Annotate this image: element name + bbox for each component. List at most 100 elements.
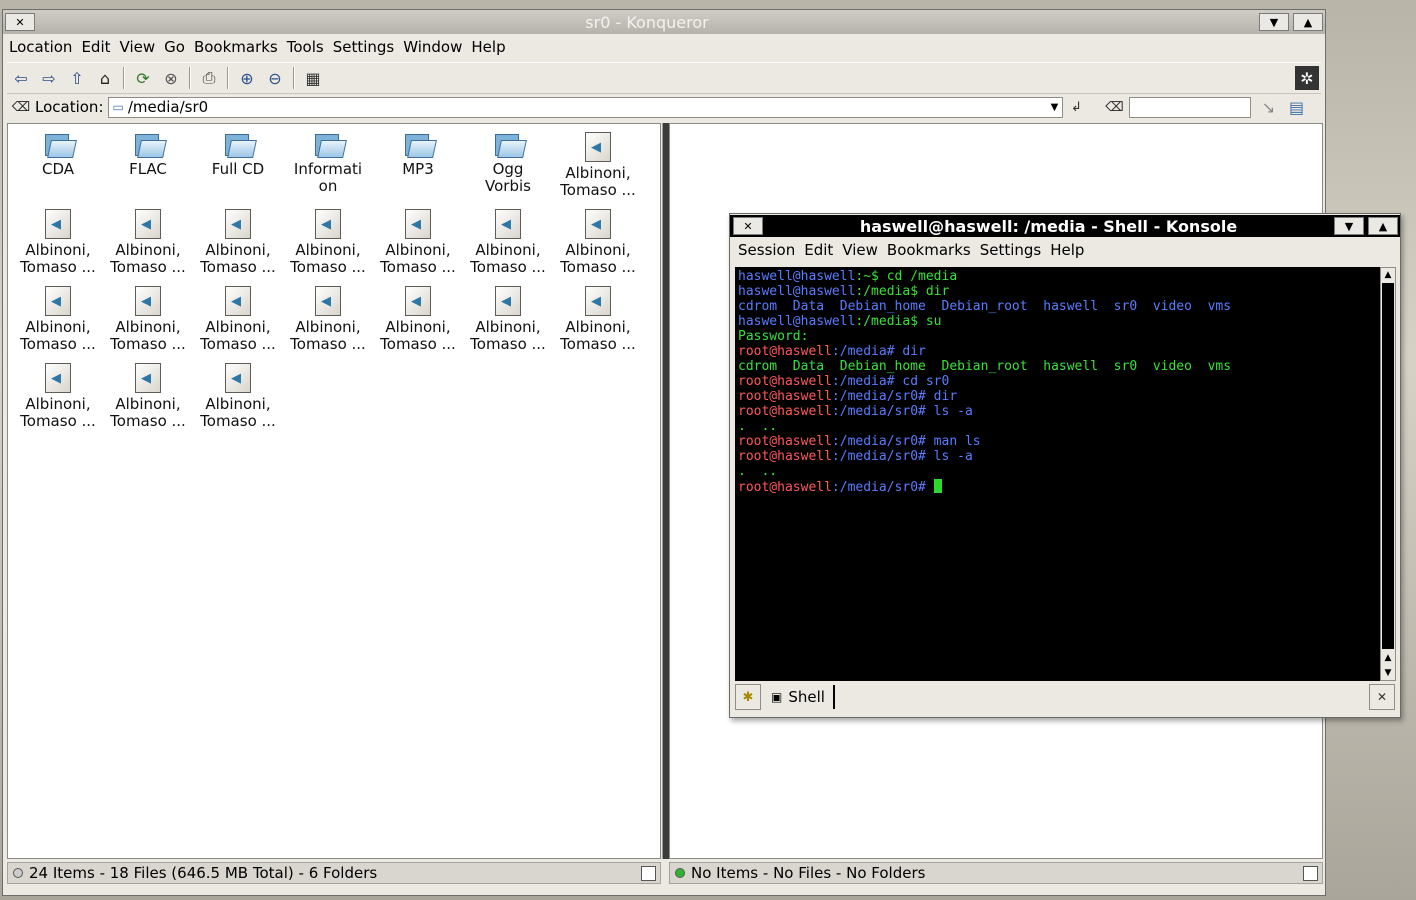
audio-file-item[interactable]: Albinoni, Tomaso ... bbox=[374, 286, 462, 353]
folder-item[interactable]: Ogg Vorbis bbox=[464, 132, 552, 195]
toolbar: ⇦ ⇨ ⇧ ⌂ ⟳ ⊗ ⎙ ⊕ ⊖ ▦ ✲ bbox=[7, 62, 1321, 94]
scroll-thumb[interactable] bbox=[1382, 283, 1394, 649]
audio-file-item[interactable]: Albinoni, Tomaso ... bbox=[104, 209, 192, 276]
konsole-menu-bookmarks[interactable]: Bookmarks bbox=[887, 241, 971, 259]
audio-file-item[interactable]: Albinoni, Tomaso ... bbox=[554, 286, 642, 353]
minimize-icon[interactable]: ▼ bbox=[1259, 13, 1289, 31]
view-mode-icon[interactable]: ▦ bbox=[301, 66, 325, 90]
audio-file-icon bbox=[225, 286, 251, 316]
audio-file-item[interactable]: Albinoni, Tomaso ... bbox=[194, 363, 282, 430]
audio-file-item[interactable]: Albinoni, Tomaso ... bbox=[14, 363, 102, 430]
folder-item[interactable]: CDA bbox=[14, 132, 102, 178]
link-view-checkbox[interactable] bbox=[641, 865, 656, 881]
item-label: Albinoni, Tomaso ... bbox=[200, 241, 276, 276]
clear-location-icon[interactable]: ⌫ bbox=[9, 95, 33, 119]
menu-bookmarks[interactable]: Bookmarks bbox=[194, 38, 278, 56]
view-splitter[interactable] bbox=[662, 123, 669, 859]
konsole-titlebar[interactable]: ✕ haswell@haswell: /media - Shell - Kons… bbox=[730, 215, 1400, 237]
terminal-cursor bbox=[933, 479, 942, 493]
terminal-output[interactable]: haswell@haswell:~$ cd /media haswell@hasw… bbox=[735, 267, 1380, 681]
zoom-out-icon[interactable]: ⊖ bbox=[263, 66, 287, 90]
folder-icon bbox=[403, 132, 437, 158]
maximize-icon[interactable]: ▲ bbox=[1368, 217, 1398, 235]
location-bar: ⌫ Location: ▭ /media/sr0 ▼ ↲ ⌫ ↘ ▤ bbox=[7, 93, 1321, 121]
item-label: Albinoni, Tomaso ... bbox=[560, 164, 636, 199]
search-go-icon[interactable]: ↘ bbox=[1257, 95, 1281, 119]
menu-bar: Session Edit View Bookmarks Settings Help bbox=[730, 238, 1400, 262]
audio-file-item[interactable]: Albinoni, Tomaso ... bbox=[554, 132, 642, 199]
konsole-menu-help[interactable]: Help bbox=[1050, 241, 1084, 259]
audio-file-icon bbox=[495, 209, 521, 239]
item-label: Albinoni, Tomaso ... bbox=[110, 318, 186, 353]
left-file-view[interactable]: CDA FLAC Full CD Informati on MP3 Ogg Vorbis A… bbox=[7, 123, 661, 859]
terminal-line: cdrom Data Debian_home Debian_root haswe… bbox=[738, 359, 1232, 374]
audio-file-item[interactable]: Albinoni, Tomaso ... bbox=[284, 286, 372, 353]
folder-icon bbox=[493, 132, 527, 158]
folder-icon bbox=[223, 132, 257, 158]
audio-file-item[interactable]: Albinoni, Tomaso ... bbox=[194, 209, 282, 276]
audio-file-item[interactable]: Albinoni, Tomaso ... bbox=[284, 209, 372, 276]
menu-location[interactable]: Location bbox=[9, 38, 72, 56]
audio-file-item[interactable]: Albinoni, Tomaso ... bbox=[374, 209, 462, 276]
link-view-checkbox[interactable] bbox=[1303, 865, 1318, 881]
home-icon[interactable]: ⌂ bbox=[93, 66, 117, 90]
audio-file-item[interactable]: Albinoni, Tomaso ... bbox=[464, 209, 552, 276]
close-session-icon[interactable]: ✕ bbox=[1369, 684, 1395, 710]
location-dropdown-icon[interactable]: ▼ bbox=[1048, 102, 1062, 113]
audio-file-item[interactable]: Albinoni, Tomaso ... bbox=[104, 363, 192, 430]
up-icon[interactable]: ⇧ bbox=[65, 66, 89, 90]
reload-icon[interactable]: ⟳ bbox=[131, 66, 155, 90]
left-status-text: 24 Items - 18 Files (646.5 MB Total) - 6… bbox=[29, 864, 378, 882]
close-icon[interactable]: ✕ bbox=[733, 217, 763, 235]
stop-icon[interactable]: ⊗ bbox=[159, 66, 183, 90]
item-label: Albinoni, Tomaso ... bbox=[20, 395, 96, 430]
menu-window[interactable]: Window bbox=[403, 38, 462, 56]
scroll-down-icon[interactable]: ▼ bbox=[1381, 666, 1395, 680]
audio-file-item[interactable]: Albinoni, Tomaso ... bbox=[14, 209, 102, 276]
clear-search-icon[interactable]: ⌫ bbox=[1103, 95, 1127, 119]
session-tab-bar: ✱ ▣ Shell ✕ bbox=[733, 683, 1397, 711]
folder-item[interactable]: Informati on bbox=[284, 132, 372, 195]
session-tab[interactable]: ▣ Shell bbox=[763, 685, 835, 709]
folder-item[interactable]: MP3 bbox=[374, 132, 462, 178]
go-icon[interactable]: ↲ bbox=[1065, 95, 1089, 119]
forward-icon[interactable]: ⇨ bbox=[37, 66, 61, 90]
konsole-menu-edit[interactable]: Edit bbox=[804, 241, 833, 259]
folder-item[interactable]: Full CD bbox=[194, 132, 282, 178]
item-label: Albinoni, Tomaso ... bbox=[380, 241, 456, 276]
audio-file-item[interactable]: Albinoni, Tomaso ... bbox=[464, 286, 552, 353]
zoom-in-icon[interactable]: ⊕ bbox=[235, 66, 259, 90]
print-icon[interactable]: ⎙ bbox=[197, 66, 221, 90]
audio-file-item[interactable]: Albinoni, Tomaso ... bbox=[14, 286, 102, 353]
audio-file-item[interactable]: Albinoni, Tomaso ... bbox=[104, 286, 192, 353]
location-input[interactable]: ▭ /media/sr0 ▼ bbox=[107, 96, 1063, 118]
item-label: CDA bbox=[41, 160, 75, 178]
konsole-menu-view[interactable]: View bbox=[842, 241, 878, 259]
maximize-icon[interactable]: ▲ bbox=[1293, 13, 1323, 31]
menu-settings[interactable]: Settings bbox=[333, 38, 395, 56]
audio-file-item[interactable]: Albinoni, Tomaso ... bbox=[194, 286, 282, 353]
audio-file-icon bbox=[405, 286, 431, 316]
konqueror-titlebar[interactable]: ✕ sr0 - Konqueror ▼ ▲ bbox=[3, 10, 1325, 34]
back-icon[interactable]: ⇦ bbox=[9, 66, 33, 90]
close-icon[interactable]: ✕ bbox=[5, 13, 35, 31]
scroll-down-icon[interactable]: ▲ bbox=[1381, 651, 1395, 665]
menu-edit[interactable]: Edit bbox=[81, 38, 110, 56]
menu-go[interactable]: Go bbox=[164, 38, 185, 56]
terminal-scrollbar[interactable]: ▲ ▲ ▼ bbox=[1380, 267, 1396, 681]
audio-file-icon bbox=[135, 363, 161, 393]
minimize-icon[interactable]: ▼ bbox=[1334, 217, 1364, 235]
folder-item[interactable]: FLAC bbox=[104, 132, 192, 178]
new-session-icon[interactable]: ✱ bbox=[735, 684, 761, 710]
konsole-menu-session[interactable]: Session bbox=[738, 241, 795, 259]
audio-file-item[interactable]: Albinoni, Tomaso ... bbox=[554, 209, 642, 276]
sidebar-toggle-icon[interactable]: ▤ bbox=[1285, 95, 1309, 119]
menu-view[interactable]: View bbox=[120, 38, 156, 56]
konsole-menu-settings[interactable]: Settings bbox=[980, 241, 1042, 259]
menu-help[interactable]: Help bbox=[471, 38, 505, 56]
menu-tools[interactable]: Tools bbox=[287, 38, 324, 56]
session-tab-label: Shell bbox=[788, 688, 825, 706]
scroll-up-icon[interactable]: ▲ bbox=[1381, 268, 1395, 282]
item-label: MP3 bbox=[402, 160, 434, 178]
search-input[interactable] bbox=[1128, 96, 1251, 118]
